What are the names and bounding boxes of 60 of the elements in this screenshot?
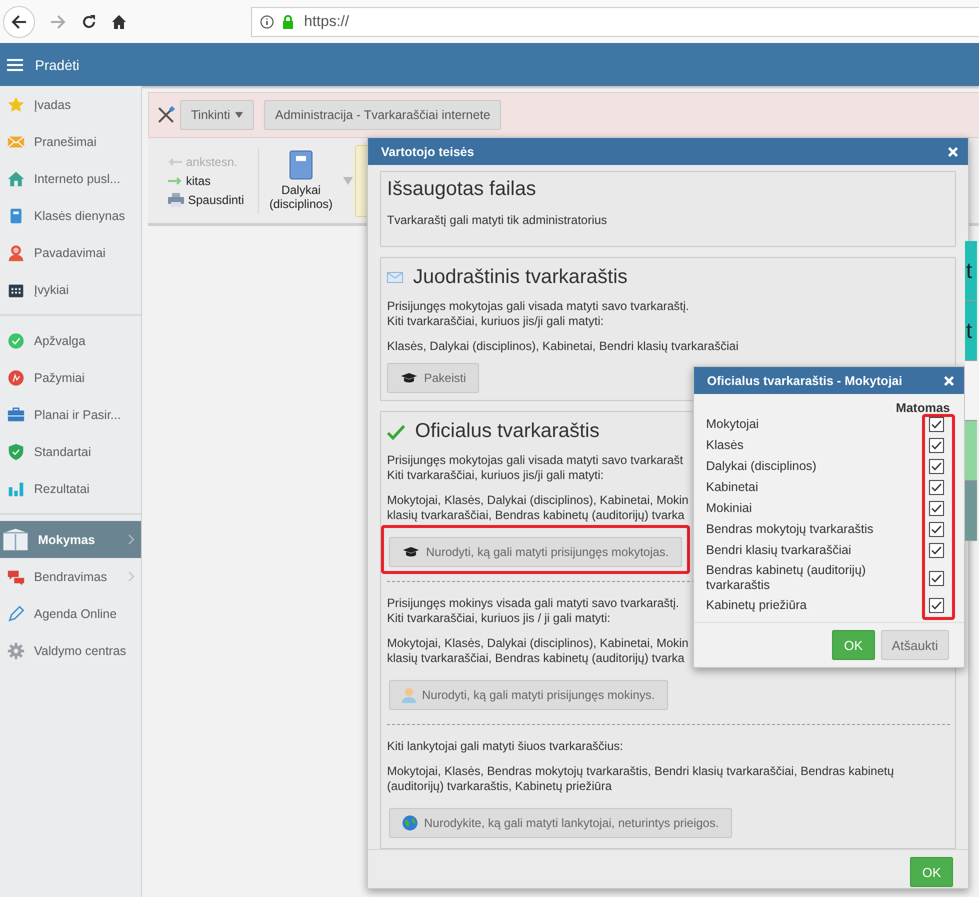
option-label: Bendri klasių tvarkaraščiai xyxy=(706,543,852,558)
ok-button[interactable]: OK xyxy=(910,857,953,887)
permissions-button[interactable]: Nurodykite, ką gali matyti lankytojai, neturintys prieigos. xyxy=(389,808,732,838)
sidebar-item[interactable]: Mokymas xyxy=(0,521,141,558)
description-line: Kiti lankytojai gali matyti šiuos tvarkaraščius: xyxy=(387,739,624,754)
description-line: Prisijungęs mokinys visada gali matyti savo tvarkaraštį. xyxy=(387,596,680,611)
sidebar-item[interactable]: Standartai xyxy=(0,433,141,470)
option-label: Klasės xyxy=(706,438,745,453)
sidebar-item[interactable]: Bendravimas xyxy=(0,558,141,595)
description-line: Kiti tvarkaraščiai, kuriuos jis/ji gali matyti: xyxy=(387,468,604,483)
option-label: Kabinetai xyxy=(706,480,760,495)
option-label: Mokiniai xyxy=(706,501,753,516)
description-line: Kiti tvarkaraščiai, kuriuos jis / ji gali matyti: xyxy=(387,611,610,626)
timetable-cell: t xyxy=(965,301,977,361)
schedule-list-line: Klasės, Dalykai (disciplinos), Kabinetai, Bendri klasių tvarkaraščiai xyxy=(387,339,738,354)
sidebar-item[interactable]: Interneto pusl... xyxy=(0,160,141,197)
sidebar-item[interactable]: Planai ir Pasir... xyxy=(0,396,141,433)
sidebar-item[interactable]: Apžvalga xyxy=(0,322,141,359)
option-label: Kabinetų priežiūra xyxy=(706,598,808,613)
column-header: Matomas xyxy=(894,401,950,415)
next-link[interactable]: kitas xyxy=(168,174,252,188)
option-label: Mokytojai xyxy=(706,417,760,432)
schedule-list-line: Mokytojai, Klasės, Bendras mokytojų tvarkaraštis, Bendri klasių tvarkaraščiai, Bendras kabinetų (auditorijų) tvarkaraštis, Kabinetų priežiūra xyxy=(387,764,895,794)
breadcrumb-button[interactable]: Administracija - Tvarkaraščiai internete xyxy=(264,100,502,130)
schedule-list-line: Mokytojai, Klasės, Dalykai (disciplinos), Kabinetai, Mokin xyxy=(387,493,688,508)
option-label: Dalykai (disciplinos) xyxy=(706,459,818,474)
section-title: Oficialus tvarkaraštis xyxy=(415,420,600,443)
dialog-title: Vartotojo teisės xyxy=(381,144,474,158)
section-title: Išsaugotas failas xyxy=(387,178,537,201)
start-menu-label[interactable]: Pradėti xyxy=(35,56,80,72)
option-label: Bendras kabinetų (auditorijų) tvarkaraštis xyxy=(706,563,867,593)
option-label: Bendras mokytojų tvarkaraštis xyxy=(706,522,874,537)
sidebar-item[interactable]: Pavadavimai xyxy=(0,234,141,271)
address-bar[interactable]: https:// xyxy=(251,6,979,36)
sidebar-item[interactable]: Agenda Online xyxy=(0,595,141,632)
section-title: Juodraštinis tvarkaraštis xyxy=(413,266,628,289)
schedule-list-line: Mokytojai, Klasės, Dalykai (disciplinos), Kabinetai, Mokin xyxy=(387,636,688,651)
description-line: Prisijungęs mokytojas gali visada matyti savo tvarkarašt xyxy=(387,453,684,468)
sidebar-item[interactable]: Klasės dienynas xyxy=(0,197,141,234)
schedule-list-line: klasių tvarkaraščiai, Bendras kabinetų (auditorijų) tvarka xyxy=(387,651,684,666)
sidebar-item[interactable]: Valdymo centras xyxy=(0,632,141,669)
sidebar-item[interactable]: Įvadas xyxy=(0,86,141,123)
permissions-button[interactable]: Nurodyti, ką gali matyti prisijungęs mokytojas. xyxy=(389,537,682,567)
schedule-list-line: klasių tvarkaraščiai, Bendras kabinetų (auditorijų) tvarka xyxy=(387,508,684,523)
sidebar-item[interactable]: Įvykiai xyxy=(0,271,141,308)
ok-button[interactable]: OK xyxy=(832,630,875,660)
sidebar-item[interactable]: Rezultatai xyxy=(0,470,141,507)
sidebar-item[interactable]: Pažymiai xyxy=(0,359,141,396)
dialog-title: Oficialus tvarkaraštis - Mokytojai xyxy=(707,374,902,388)
subjects-view-button[interactable]: Dalykai (disciplinos) xyxy=(265,150,337,211)
change-button[interactable]: Pakeisti xyxy=(387,363,480,393)
timetable-cell: t xyxy=(965,241,977,301)
section-text: Tvarkaraštį gali matyti tik administratorius xyxy=(387,213,608,227)
cancel-button[interactable]: Atšaukti xyxy=(880,630,949,660)
sidebar-item[interactable]: Pranešimai xyxy=(0,123,141,160)
print-link[interactable]: Spausdinti xyxy=(168,192,252,206)
description-line: Kiti tvarkaraščiai, kuriuos jis/ji gali matyti: xyxy=(387,314,604,329)
description-line: Prisijungęs mokytojas gali visada matyti savo tvarkaraštį. xyxy=(387,299,690,314)
customize-button[interactable]: Tinkinti xyxy=(180,100,254,130)
permissions-button[interactable]: Nurodyti, ką gali matyti prisijungęs mokinys. xyxy=(389,680,668,710)
